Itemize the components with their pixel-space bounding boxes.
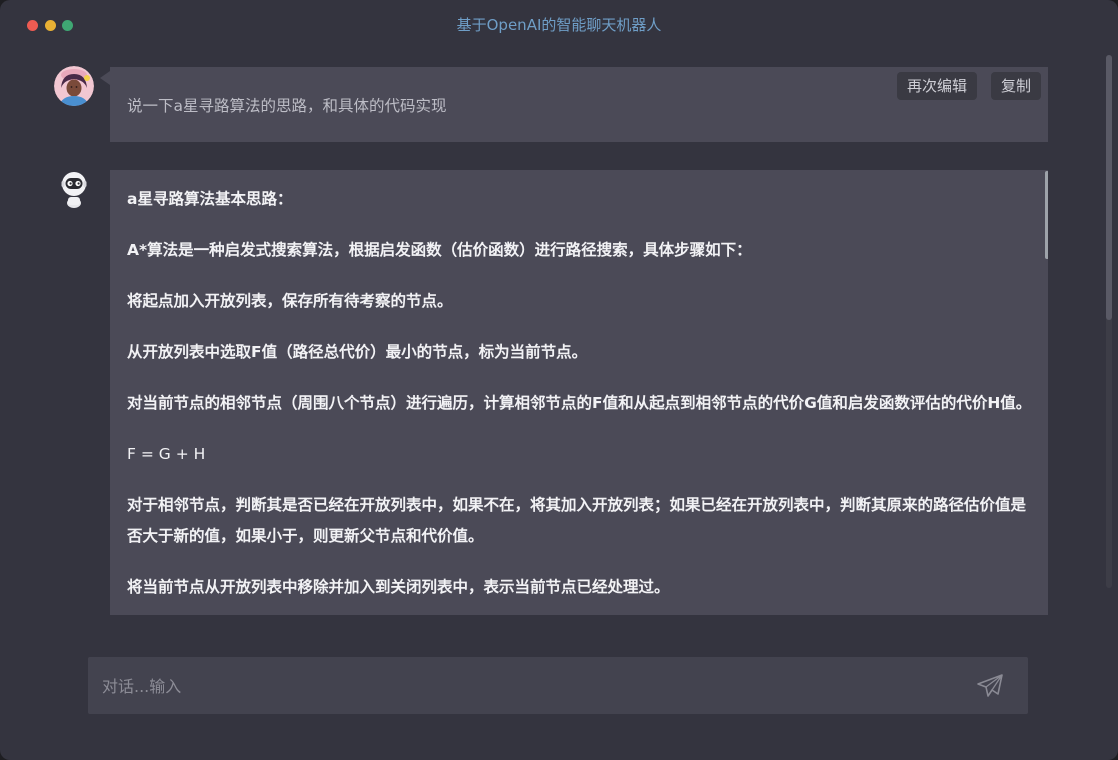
bot-message-content: a星寻路算法基本思路： A*算法是一种启发式搜索算法，根据启发函数（估价函数）进…: [127, 184, 1032, 615]
title-bar: 基于OpenAI的智能聊天机器人: [0, 0, 1118, 50]
user-message-text: 说一下a星寻路算法的思路，和具体的代码实现: [127, 97, 447, 115]
window-title: 基于OpenAI的智能聊天机器人: [456, 16, 662, 34]
bot-paragraph: a星寻路算法基本思路：: [127, 190, 293, 208]
robot-avatar-icon: [54, 169, 94, 209]
bot-message-scrollbar[interactable]: [1045, 171, 1048, 259]
message-input-box: [88, 657, 1028, 716]
user-message-bubble: 说一下a星寻路算法的思路，和具体的代码实现 再次编辑 复制: [100, 67, 1048, 142]
bot-formula: F = G + H: [127, 445, 206, 463]
bot-paragraph: 将起点加入开放列表，保存所有待考察的节点。: [127, 292, 453, 310]
copy-button[interactable]: 复制: [991, 72, 1042, 100]
bot-message-bubble: a星寻路算法基本思路： A*算法是一种启发式搜索算法，根据启发函数（估价函数）进…: [110, 170, 1048, 615]
chat-scrollbar-thumb[interactable]: [1106, 55, 1112, 320]
message-input[interactable]: [100, 657, 964, 716]
bot-paragraph: 从开放列表中选取F值（路径总代价）最小的节点，标为当前节点。: [127, 343, 588, 361]
user-avatar-icon: [54, 66, 94, 106]
edit-again-button[interactable]: 再次编辑: [897, 72, 978, 100]
chat-area: 说一下a星寻路算法的思路，和具体的代码实现 再次编辑 复制 a星寻路算法基本思路…: [0, 60, 1110, 615]
bot-paragraph: 将当前节点从开放列表中移除并加入到关闭列表中，表示当前节点已经处理过。: [127, 578, 670, 596]
bot-paragraph: 对当前节点的相邻节点（周围八个节点）进行遍历，计算相邻节点的F值和从起点到相邻节…: [127, 394, 1032, 412]
bot-paragraph: 对于相邻节点，判断其是否已经在开放列表中，如果不在，将其加入开放列表；如果已经在…: [127, 496, 1027, 545]
app-window: 基于OpenAI的智能聊天机器人 说一下a星寻路算法的思路，和具体的代码实现 再…: [0, 0, 1118, 760]
send-icon[interactable]: [975, 672, 1005, 700]
bot-paragraph: A*算法是一种启发式搜索算法，根据启发函数（估价函数）进行路径搜索，具体步骤如下…: [127, 241, 752, 259]
